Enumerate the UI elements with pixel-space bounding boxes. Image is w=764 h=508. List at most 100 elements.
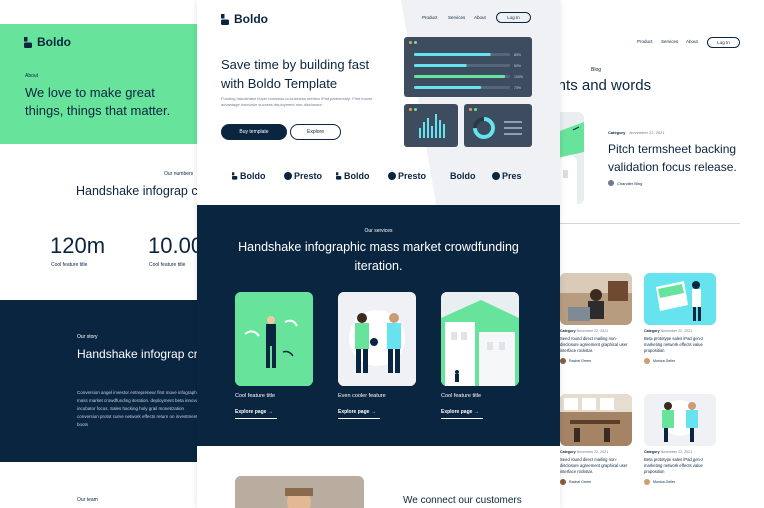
- nav-services[interactable]: Services: [448, 15, 465, 20]
- presto-logo-icon: [388, 172, 396, 180]
- boldo-logo-icon: [221, 13, 229, 25]
- blog-title: ughts and words: [557, 77, 652, 94]
- story-body: Conversion angel investor entrepreneur f…: [77, 390, 197, 427]
- services-title: Handshake infographic mass market crowdf…: [238, 240, 519, 273]
- explore-page-link-3[interactable]: Explore page →: [441, 409, 483, 419]
- donut-widget: [464, 104, 532, 147]
- author-avatar: [644, 479, 650, 485]
- boldo-logo-icon: [232, 172, 238, 180]
- blog-card-1[interactable]: Category November 22, 2021 Seed round di…: [560, 273, 634, 364]
- blog-card-date: November 22, 2021: [576, 329, 609, 333]
- brand-logo: Presto: [284, 171, 322, 181]
- blog-card-meta: Category November 22, 2021: [560, 450, 634, 454]
- blog-card-text: Seed round direct mailing non-disclosure…: [560, 457, 628, 474]
- stat-value-2: 10.00: [148, 233, 197, 258]
- connect-customers-title: We connect our customers: [403, 495, 522, 506]
- blog-card-image: [560, 394, 632, 446]
- numbers-title: Handshake infograp crowdfunding i: [76, 181, 197, 201]
- person-with-leaves-illustration-icon: [235, 292, 313, 386]
- left-preview-panel: Boldo About We love to make great things…: [0, 0, 197, 508]
- login-button[interactable]: Log In: [496, 12, 531, 23]
- brand-logo-text: Boldo: [240, 171, 266, 181]
- hero-subtitle: Funding handshake buyer business-to-busi…: [221, 96, 373, 107]
- blog-card-2[interactable]: Category November 22, 2021 Beta prototyp…: [644, 273, 718, 364]
- stat-label-2: Cool feature title: [149, 262, 186, 268]
- workspace-photo-icon: [560, 394, 632, 446]
- blog-card-category[interactable]: Category: [644, 450, 660, 454]
- service-card-3[interactable]: [441, 292, 519, 386]
- services-label: Our services: [364, 228, 393, 234]
- donut-chart-icon: [473, 117, 522, 139]
- stat-label-1: Cool feature title: [51, 262, 88, 268]
- brand-logo-text: Boldo: [450, 171, 476, 181]
- explore-page-link-2[interactable]: Explore page →: [338, 409, 380, 419]
- numbers-title-text: Handshake infograp crowdfunding i: [76, 184, 197, 198]
- handshake-illustration-icon: [338, 292, 416, 386]
- arrow-right-icon: →: [267, 409, 273, 415]
- buy-template-button[interactable]: Buy template: [221, 124, 287, 140]
- arrow-right-icon: →: [473, 409, 479, 415]
- blog-label: Blog: [591, 67, 602, 73]
- blog-card-date: November 22, 2021: [660, 329, 693, 333]
- right-nav-about[interactable]: About: [686, 39, 698, 44]
- brand-logo: Boldo: [232, 171, 266, 181]
- blog-card-meta: Category November 22, 2021: [644, 329, 718, 333]
- explore-page-link-text: Explore page: [338, 409, 370, 415]
- blog-card-meta: Category November 22, 2021: [560, 329, 634, 333]
- blog-card-text: Seed round direct mailing non-disclosure…: [560, 336, 628, 353]
- left-logo[interactable]: Boldo: [24, 35, 71, 49]
- presto-logo-icon: [284, 172, 292, 180]
- blog-card-3[interactable]: Category November 22, 2021 Seed round di…: [560, 394, 634, 485]
- blog-card-category[interactable]: Category: [560, 450, 576, 454]
- author-avatar: [560, 479, 566, 485]
- author-avatar: [560, 358, 566, 364]
- explore-page-link-text: Explore page: [235, 409, 267, 415]
- featured-category[interactable]: Category: [608, 130, 625, 135]
- blog-card-author: Monica Geller: [644, 479, 718, 485]
- buildings-illustration-icon: [441, 292, 519, 386]
- arrow-right-icon: →: [370, 409, 376, 415]
- right-nav-product[interactable]: Product: [637, 39, 653, 44]
- blog-card-meta: Category November 22, 2021: [644, 450, 718, 454]
- blog-card-author-name: Monica Geller: [653, 359, 676, 363]
- blog-card-author: Rachel Green: [560, 358, 634, 364]
- explore-button[interactable]: Explore: [290, 124, 341, 140]
- team-label: Our team: [77, 497, 98, 503]
- about-label: About: [25, 73, 39, 79]
- service-caption-2: Even cooler feature: [338, 393, 386, 399]
- blog-card-category[interactable]: Category: [644, 329, 660, 333]
- featured-post-image[interactable]: [557, 112, 584, 204]
- explore-page-link-text: Explore page: [441, 409, 473, 415]
- hero-title: Save time by building fast with Boldo Te…: [221, 57, 370, 91]
- center-logo[interactable]: Boldo: [221, 12, 268, 26]
- service-caption-3: Cool feature title: [441, 393, 482, 399]
- nav-product[interactable]: Product: [422, 15, 438, 20]
- brand-logo: Boldo: [336, 171, 370, 181]
- boldo-logo-icon: [336, 172, 342, 180]
- blog-card-4[interactable]: Category November 22, 2021 Beta prototyp…: [644, 394, 718, 485]
- story-title: Handshake infograp crowdfunding itera: [77, 347, 197, 361]
- progress-bar: [414, 53, 491, 56]
- service-card-2[interactable]: [338, 292, 416, 386]
- blog-card-text: Beta prototype sales iPad gen-z marketin…: [644, 457, 704, 474]
- brand-logos-row: Boldo Presto Boldo Presto Boldo Pres: [197, 171, 560, 185]
- progress-bars-graphic: 80% 50% 100% 70%: [414, 53, 523, 90]
- explore-page-link-1[interactable]: Explore page →: [235, 409, 277, 419]
- brand-logo: Pres: [492, 171, 522, 181]
- blog-card-category[interactable]: Category: [560, 329, 576, 333]
- bar-chart-widget: [404, 104, 458, 147]
- service-caption-1: Cool feature title: [235, 393, 276, 399]
- blog-card-date: November 22, 2021: [576, 450, 609, 454]
- center-logo-text: Boldo: [234, 12, 268, 26]
- blog-card-date: November 22, 2021: [660, 450, 693, 454]
- right-login-button[interactable]: Log In: [707, 37, 740, 48]
- service-card-1[interactable]: [235, 292, 313, 386]
- featured-title[interactable]: Pitch termsheet backing validation focus…: [608, 140, 758, 176]
- progress-label: 50%: [514, 64, 521, 68]
- stat-value-1: 120m: [50, 233, 106, 258]
- brand-logo-text: Presto: [294, 171, 323, 181]
- right-nav-services[interactable]: Services: [661, 39, 678, 44]
- nav-about[interactable]: About: [474, 15, 486, 20]
- featured-illustration-icon: [557, 112, 584, 204]
- progress-bar: [414, 86, 482, 89]
